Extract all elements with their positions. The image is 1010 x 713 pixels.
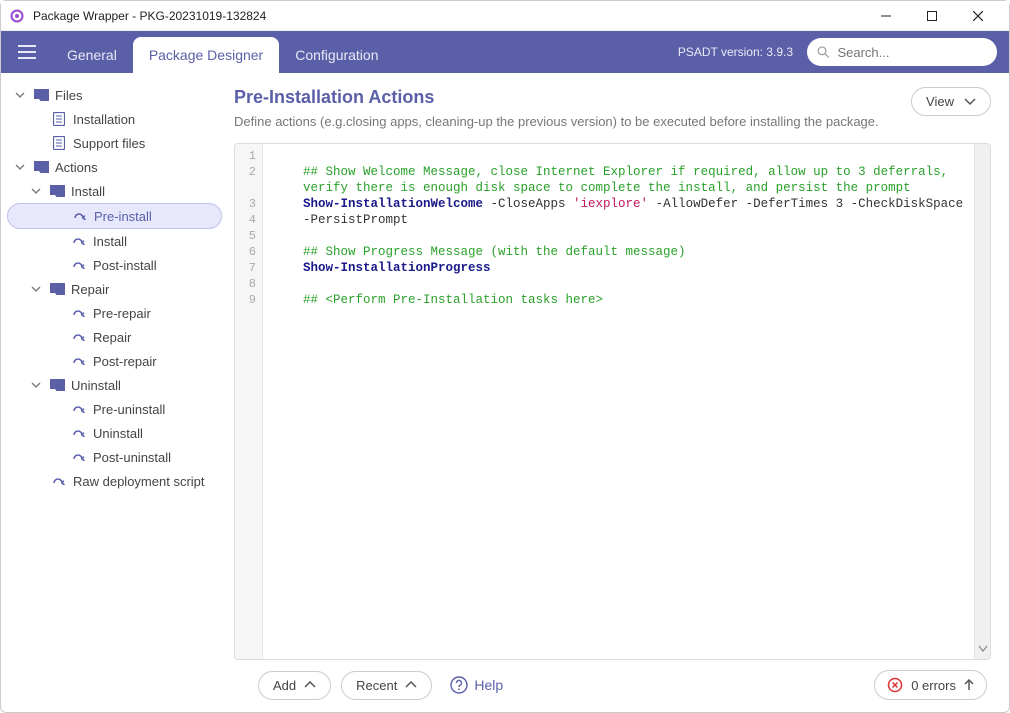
- arrow-up-icon: [964, 679, 974, 691]
- file-icon: [51, 135, 67, 151]
- tree-raw-script[interactable]: Raw deployment script: [7, 469, 222, 493]
- code-editor[interactable]: 1 2 3 4 5 6 7 8 9 ## Show Welcome Messag…: [234, 143, 991, 660]
- view-dropdown[interactable]: View: [911, 87, 991, 116]
- content: Pre-Installation Actions Define actions …: [226, 73, 1009, 712]
- window-title: Package Wrapper - PKG-20231019-132824: [33, 9, 863, 23]
- tree-files[interactable]: Files: [7, 83, 222, 107]
- bottom-toolbar: Add Recent Help 0 errors: [234, 660, 991, 702]
- page-subtitle: Define actions (e.g.closing apps, cleani…: [234, 114, 899, 129]
- tree-post-repair[interactable]: Post-repair: [7, 349, 222, 373]
- redo-icon: [71, 305, 87, 321]
- editor-scrollbar[interactable]: [974, 144, 990, 659]
- tree-install-step[interactable]: Install: [7, 229, 222, 253]
- error-icon: [887, 677, 903, 693]
- titlebar: Package Wrapper - PKG-20231019-132824: [1, 1, 1009, 31]
- help-link[interactable]: Help: [450, 676, 503, 694]
- tree-repair-step[interactable]: Repair: [7, 325, 222, 349]
- tab-configuration[interactable]: Configuration: [279, 37, 394, 73]
- search-icon: [817, 45, 829, 59]
- tree-actions[interactable]: Actions: [7, 155, 222, 179]
- page-title: Pre-Installation Actions: [234, 87, 899, 108]
- tree-support-files[interactable]: Support files: [7, 131, 222, 155]
- errors-button[interactable]: 0 errors: [874, 670, 987, 700]
- code-area[interactable]: ## Show Welcome Message, close Internet …: [263, 144, 974, 659]
- search-input-wrap[interactable]: [807, 38, 997, 66]
- add-button[interactable]: Add: [258, 671, 331, 700]
- menu-button[interactable]: [13, 38, 41, 66]
- search-input[interactable]: [835, 44, 987, 61]
- tree-installation[interactable]: Installation: [7, 107, 222, 131]
- tree-pre-uninstall[interactable]: Pre-uninstall: [7, 397, 222, 421]
- chevron-up-icon: [405, 681, 417, 689]
- close-button[interactable]: [955, 1, 1001, 31]
- line-gutter: 1 2 3 4 5 6 7 8 9: [235, 144, 263, 659]
- folder-icon: [49, 281, 65, 297]
- folder-icon: [49, 377, 65, 393]
- redo-icon: [71, 329, 87, 345]
- file-icon: [51, 111, 67, 127]
- tree-post-install[interactable]: Post-install: [7, 253, 222, 277]
- redo-icon: [71, 233, 87, 249]
- redo-icon: [72, 208, 88, 224]
- chevron-down-icon: [978, 642, 988, 656]
- chevron-down-icon: [964, 98, 976, 106]
- tab-package-designer[interactable]: Package Designer: [133, 37, 279, 73]
- redo-icon: [71, 449, 87, 465]
- sidebar: Files Installation Support files Actions…: [1, 73, 226, 712]
- folder-icon: [33, 87, 49, 103]
- folder-icon: [49, 183, 65, 199]
- tree-pre-install[interactable]: Pre-install: [7, 203, 222, 229]
- app-icon: [9, 8, 25, 24]
- tree-install[interactable]: Install: [7, 179, 222, 203]
- redo-icon: [71, 257, 87, 273]
- navbar: General Package Designer Configuration P…: [1, 31, 1009, 73]
- recent-button[interactable]: Recent: [341, 671, 432, 700]
- maximize-button[interactable]: [909, 1, 955, 31]
- redo-icon: [71, 353, 87, 369]
- tree-post-uninstall[interactable]: Post-uninstall: [7, 445, 222, 469]
- redo-icon: [51, 473, 67, 489]
- redo-icon: [71, 425, 87, 441]
- folder-icon: [33, 159, 49, 175]
- redo-icon: [71, 401, 87, 417]
- chevron-up-icon: [304, 681, 316, 689]
- minimize-button[interactable]: [863, 1, 909, 31]
- tree-repair[interactable]: Repair: [7, 277, 222, 301]
- help-icon: [450, 676, 468, 694]
- tree-pre-repair[interactable]: Pre-repair: [7, 301, 222, 325]
- psadt-version: PSADT version: 3.9.3: [678, 45, 793, 59]
- tree-uninstall[interactable]: Uninstall: [7, 373, 222, 397]
- tree-uninstall-step[interactable]: Uninstall: [7, 421, 222, 445]
- tab-general[interactable]: General: [51, 37, 133, 73]
